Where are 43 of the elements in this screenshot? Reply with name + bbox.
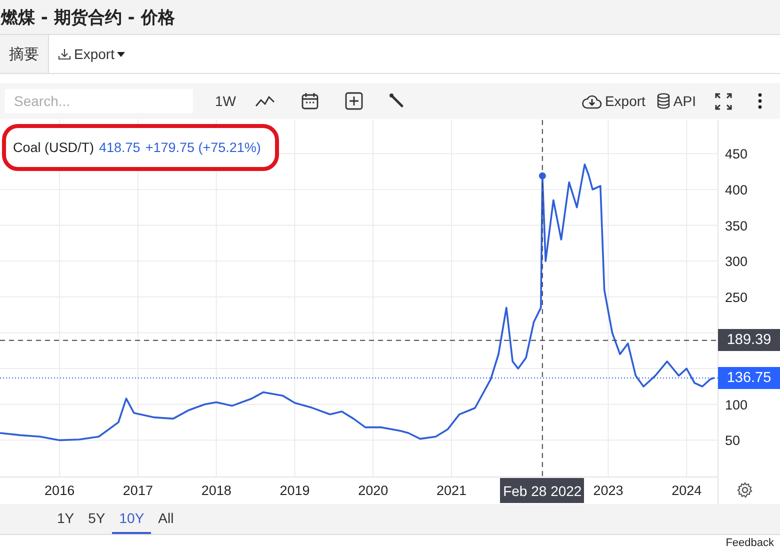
add-icon[interactable] <box>345 92 363 110</box>
x-axis-label: 2021 <box>436 483 467 498</box>
range-tab[interactable]: All <box>151 504 181 534</box>
caret-icon <box>117 52 126 56</box>
search-field[interactable]: Search... <box>5 89 193 113</box>
range-tab[interactable]: 1Y <box>50 504 82 534</box>
y-axis-label: 400 <box>725 182 748 198</box>
y-axis-label: 450 <box>725 146 748 162</box>
x-axis-label: 2016 <box>44 483 75 498</box>
price-tag: 136.75 <box>718 367 780 390</box>
database-icon <box>657 93 670 109</box>
legend-price: 418.75 <box>99 140 140 155</box>
legend-name: Coal (USD/T) <box>13 140 94 155</box>
y-axis-label: 50 <box>725 433 740 448</box>
date-tag: Feb 28 2022 <box>500 478 584 503</box>
x-axis-label: 2019 <box>280 483 310 498</box>
y-axis-label: 300 <box>725 254 748 270</box>
x-axis-label: 2018 <box>201 483 232 498</box>
x-axis-label: 2023 <box>593 483 624 498</box>
fullscreen-icon[interactable] <box>715 92 732 110</box>
export-button[interactable]: Export <box>576 93 652 109</box>
x-axis-label: 2017 <box>122 483 153 498</box>
y-axis-label: 100 <box>725 397 748 412</box>
legend-change: +179.75 (+75.21%) <box>145 140 261 155</box>
api-button[interactable]: API <box>651 93 702 109</box>
x-axis-label: 2020 <box>358 483 388 498</box>
range-tab[interactable]: 10Y <box>112 504 152 534</box>
settings-icon[interactable] <box>737 482 753 498</box>
interval-button[interactable]: 1W <box>209 93 242 109</box>
line-chart-icon[interactable] <box>255 95 275 107</box>
range-tab[interactable]: 5Y <box>81 504 112 534</box>
download-icon <box>58 48 71 60</box>
x-axis-label: 2024 <box>672 483 702 498</box>
calendar-icon[interactable] <box>301 92 319 110</box>
y-axis-label: 250 <box>725 290 748 305</box>
more-icon[interactable] <box>758 93 762 109</box>
feedback-link[interactable]: Feedback <box>726 536 774 547</box>
page-title: 燃煤 - 期货合约 - 价格 <box>1 6 175 28</box>
y-axis-label: 350 <box>725 218 748 234</box>
data-point <box>538 172 546 180</box>
price-tag: 189.39 <box>718 329 780 352</box>
export-dropdown[interactable]: Export <box>48 35 780 73</box>
cloud-download-icon <box>582 94 602 108</box>
